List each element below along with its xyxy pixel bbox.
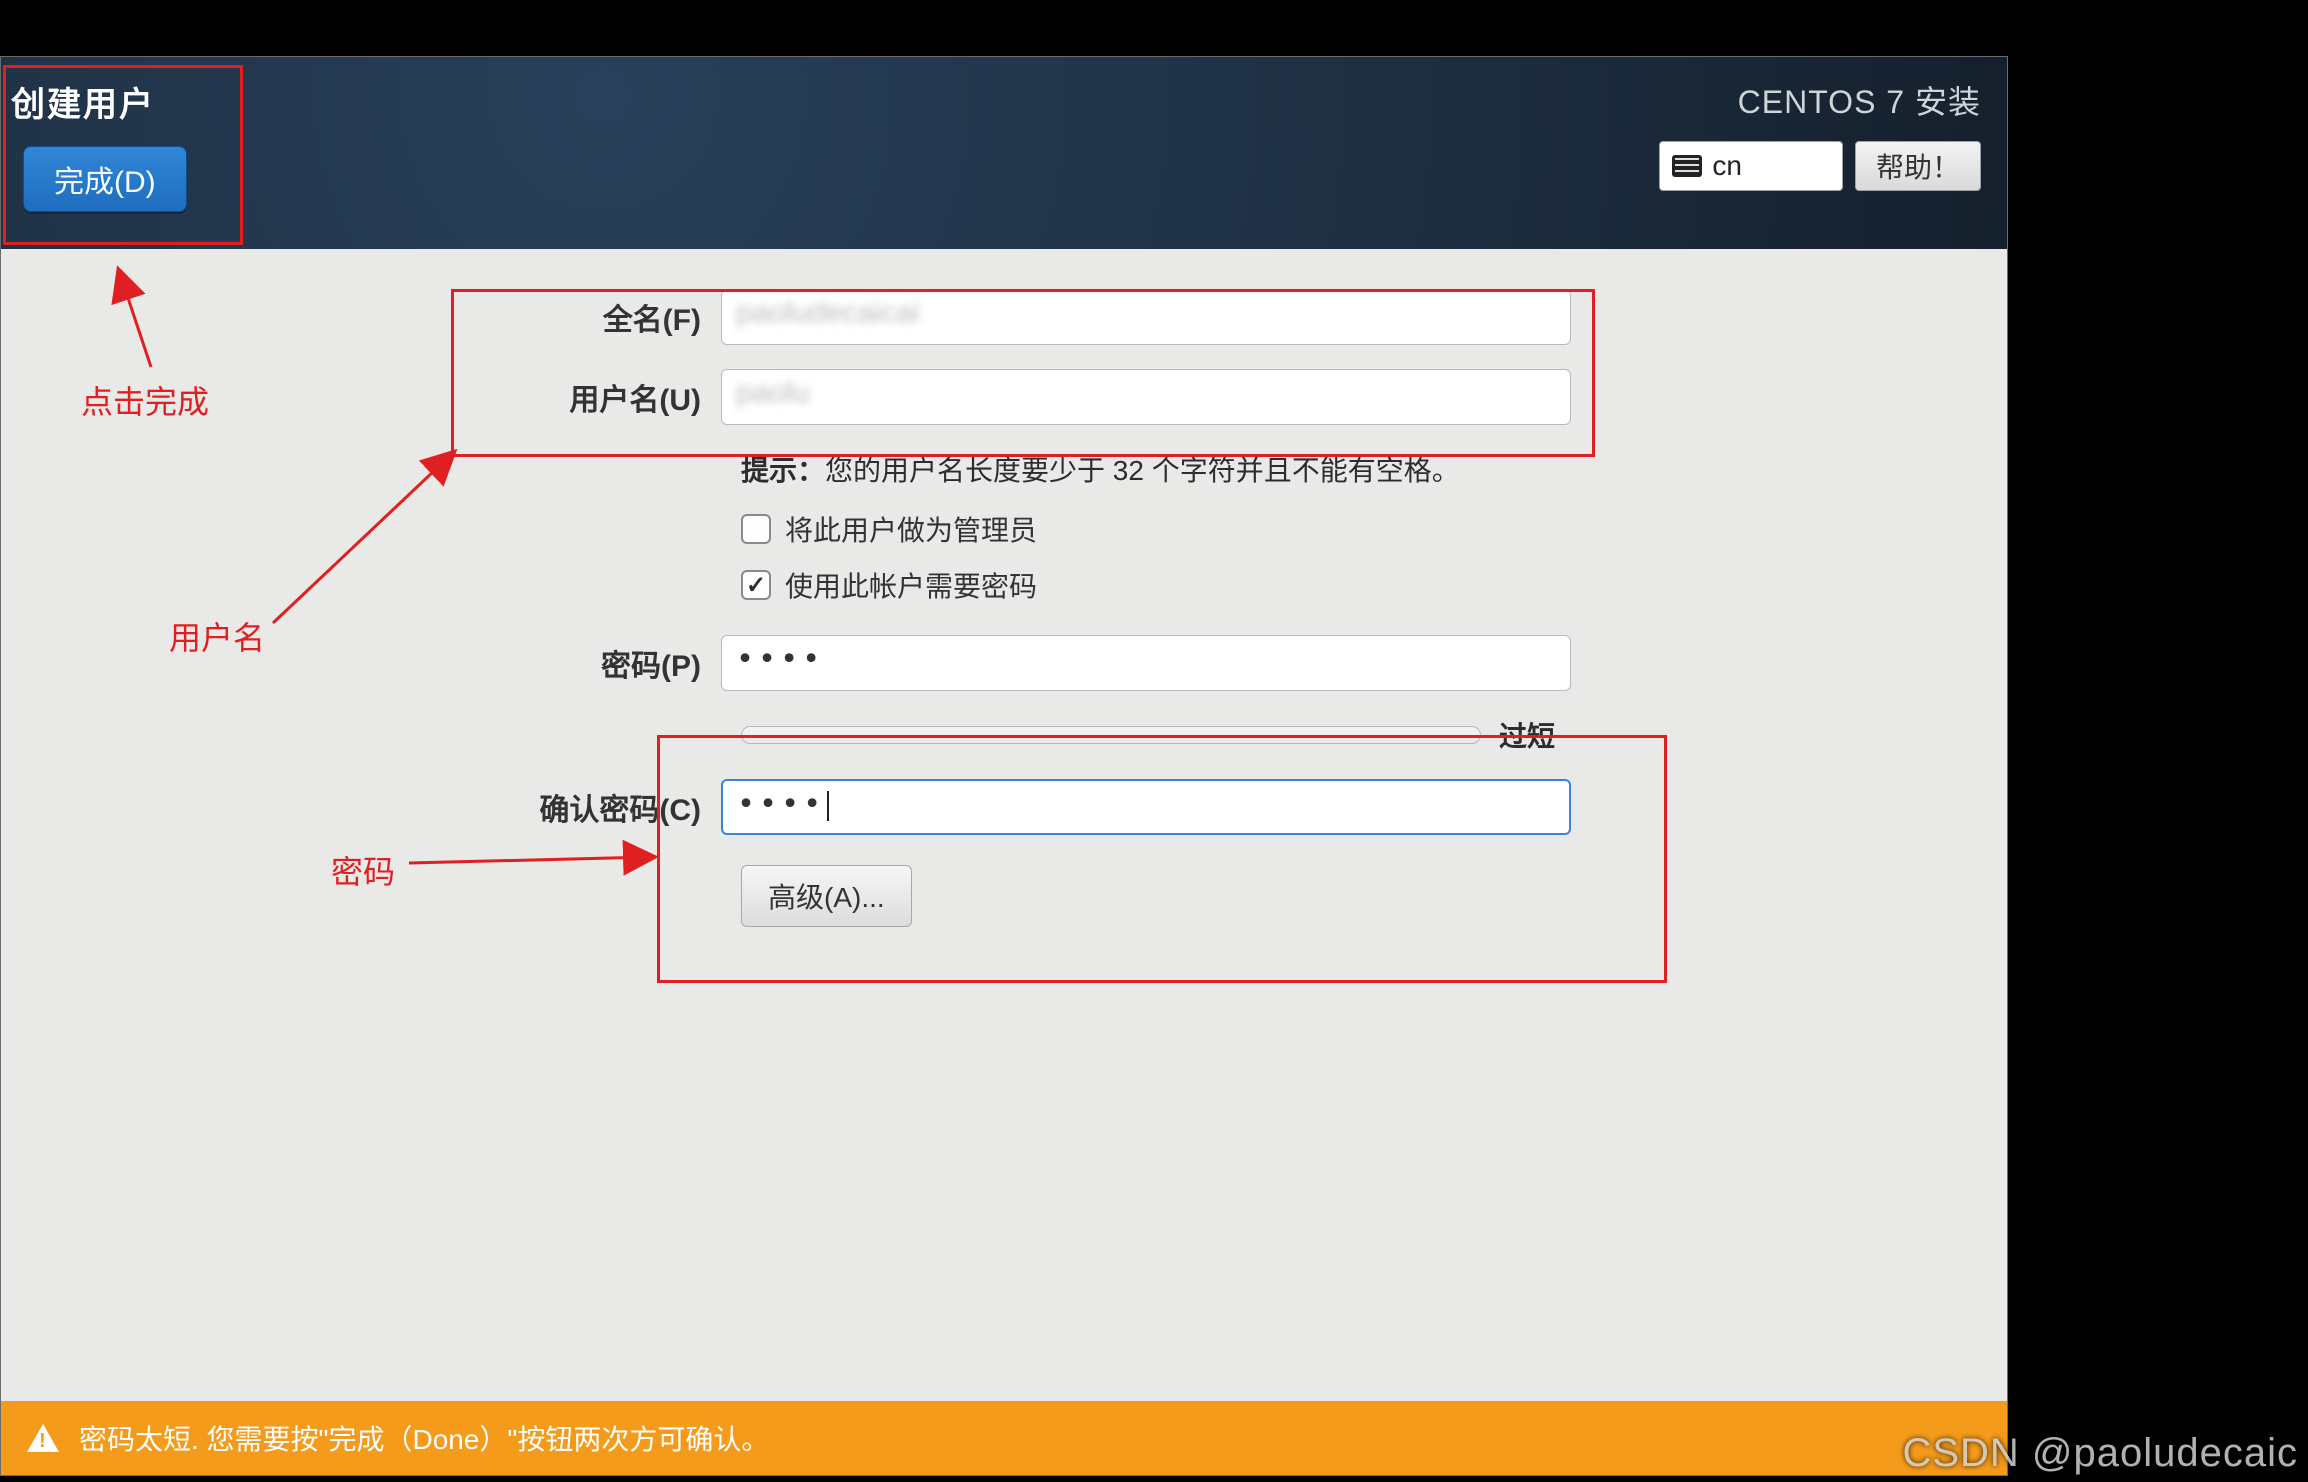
- username-value: paolu: [736, 376, 809, 409]
- form-area: 全名(F) paoludecaicai 用户名(U) paolu 提示：您的用户…: [1, 249, 2007, 1401]
- header-tools: cn 帮助！: [1659, 141, 1981, 191]
- header-left: 创建用户 完成(D): [1, 57, 195, 249]
- screenshot-canvas: 创建用户 完成(D) CENTOS 7 安装 cn 帮助！ 全名(F): [0, 0, 2308, 1482]
- password-strength-text: 过短: [1499, 715, 1555, 755]
- hint-text: 您的用户名长度要少于 32 个字符并且不能有空格。: [825, 455, 1460, 486]
- text-cursor: [827, 791, 829, 821]
- fullname-input[interactable]: paoludecaicai: [721, 289, 1571, 345]
- row-admin-checkbox: 将此用户做为管理员: [741, 509, 1947, 549]
- help-button[interactable]: 帮助！: [1855, 141, 1981, 191]
- language-code: cn: [1712, 150, 1742, 182]
- keyboard-language-selector[interactable]: cn: [1659, 141, 1843, 191]
- password-value: ••••: [736, 642, 824, 677]
- brand-label: CENTOS 7 安装: [1659, 77, 1981, 123]
- header-right: CENTOS 7 安装 cn 帮助！: [1659, 57, 2007, 249]
- advanced-button[interactable]: 高级(A)...: [741, 865, 912, 927]
- page-title: 创建用户: [9, 77, 187, 126]
- warning-bar: 密码太短. 您需要按"完成（Done）"按钮两次方可确认。: [1, 1401, 2007, 1475]
- keyboard-icon: [1672, 155, 1702, 177]
- row-password-strength: 过短: [741, 715, 1947, 755]
- admin-checkbox[interactable]: [741, 514, 771, 544]
- confirm-password-value: ••••: [737, 787, 825, 822]
- username-input[interactable]: paolu: [721, 369, 1571, 425]
- password-strength-bar: [741, 726, 1481, 744]
- username-label: 用户名(U): [61, 375, 721, 419]
- username-hint: 提示：您的用户名长度要少于 32 个字符并且不能有空格。: [741, 449, 1947, 489]
- warning-icon: [27, 1424, 59, 1452]
- row-fullname: 全名(F) paoludecaicai: [61, 289, 1947, 345]
- password-input[interactable]: ••••: [721, 635, 1571, 691]
- confirm-password-input[interactable]: ••••: [721, 779, 1571, 835]
- hint-prefix: 提示：: [741, 455, 825, 486]
- password-label: 密码(P): [61, 641, 721, 685]
- done-button[interactable]: 完成(D): [23, 146, 187, 212]
- admin-checkbox-label: 将此用户做为管理员: [785, 509, 1037, 549]
- warning-text: 密码太短. 您需要按"完成（Done）"按钮两次方可确认。: [79, 1418, 769, 1458]
- confirm-password-label: 确认密码(C): [61, 785, 721, 829]
- installer-window: 创建用户 完成(D) CENTOS 7 安装 cn 帮助！ 全名(F): [0, 56, 2008, 1476]
- row-username: 用户名(U) paolu: [61, 369, 1947, 425]
- row-confirm-password: 确认密码(C) ••••: [61, 779, 1947, 835]
- header-bar: 创建用户 完成(D) CENTOS 7 安装 cn 帮助！: [1, 57, 2007, 249]
- require-password-checkbox[interactable]: [741, 570, 771, 600]
- row-require-password-checkbox: 使用此帐户需要密码: [741, 565, 1947, 605]
- fullname-label: 全名(F): [61, 295, 721, 339]
- row-password: 密码(P) ••••: [61, 635, 1947, 691]
- require-password-checkbox-label: 使用此帐户需要密码: [785, 565, 1037, 605]
- fullname-value: paoludecaicai: [736, 296, 919, 329]
